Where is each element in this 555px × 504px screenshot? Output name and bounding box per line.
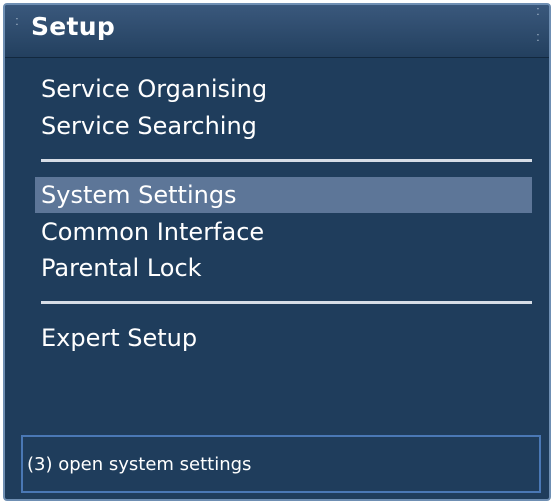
menu-item-common-interface[interactable]: Common Interface [35,214,532,250]
setup-window: ⁚ Setup ⁚ ⁚ Service Organising Service S… [3,3,551,501]
menu-item-system-settings[interactable]: System Settings [35,177,532,213]
grip-dots-icon: ⁚ [536,7,540,18]
menu-separator [41,301,532,304]
menu-item-service-organising[interactable]: Service Organising [35,71,532,107]
grip-dots-icon: ⁚ [15,17,19,28]
menu-item-service-searching[interactable]: Service Searching [35,108,532,144]
status-text: (3) open system settings [27,454,252,475]
window-title: Setup [31,12,116,41]
grip-dots-icon: ⁚ [536,33,540,44]
menu-item-expert-setup[interactable]: Expert Setup [35,320,532,356]
status-bar: (3) open system settings [21,435,541,493]
title-bar: ⁚ Setup ⁚ ⁚ [5,5,549,58]
menu-separator [41,159,532,162]
menu-item-parental-lock[interactable]: Parental Lock [35,250,532,286]
